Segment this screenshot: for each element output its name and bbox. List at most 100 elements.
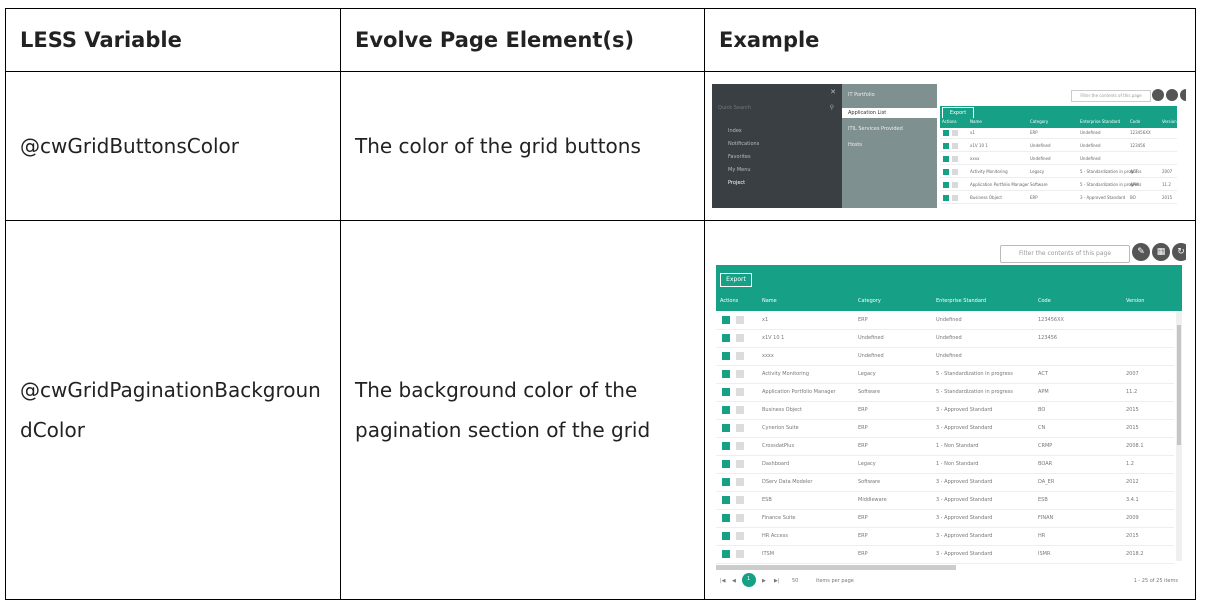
- column-header: Enterprise Standard: [1080, 119, 1121, 124]
- edit-button: [952, 130, 958, 136]
- edit-button: [736, 550, 744, 558]
- table-cell: 3 - Approved Standard: [936, 425, 993, 431]
- table-cell: Legacy: [858, 371, 876, 377]
- element-description: The background color of the pagination s…: [340, 220, 705, 600]
- table-cell: 11.2: [1162, 182, 1171, 187]
- table-cell: 2007: [1126, 371, 1139, 377]
- table-cell: Software: [1030, 182, 1048, 187]
- pagination-example-screenshot: Filter the contents of this page ✎ ▦ ↻ E…: [712, 233, 1186, 587]
- table-cell: FINAN: [1038, 515, 1054, 521]
- column-header: Code: [1130, 119, 1141, 124]
- column-header: Enterprise Standard: [936, 298, 987, 304]
- table-cell: Undefined: [1080, 156, 1101, 161]
- current-page: 1: [742, 573, 756, 587]
- table-cell: 123456: [1038, 335, 1058, 341]
- open-button: [943, 169, 949, 175]
- open-button: [722, 370, 730, 378]
- table-cell: ERP: [858, 515, 868, 521]
- table-cell: Undefined: [1030, 156, 1051, 161]
- pagination-summary: 1 - 25 of 25 items: [1133, 578, 1178, 584]
- first-page-icon: |◀: [720, 578, 726, 584]
- table-row: x1V 10 1 Undefined Undefined 123456: [716, 329, 1174, 348]
- table-cell: ESB: [762, 497, 772, 503]
- table-cell: DServ Data Modeler: [762, 479, 813, 485]
- last-page-icon: ▶|: [774, 578, 780, 584]
- nav-item: Project: [728, 180, 746, 186]
- horizontal-scrollbar: [716, 565, 956, 570]
- table-cell: Dashboard: [762, 461, 790, 467]
- table-cell: 2015: [1126, 533, 1139, 539]
- table-cell: ITSM: [762, 551, 775, 557]
- edit-button: [736, 532, 744, 540]
- export-button: Export: [720, 273, 752, 287]
- edit-button: [736, 442, 744, 450]
- table-row: Business Object ERP 3 - Approved Standard B…: [716, 401, 1174, 420]
- open-button: [722, 334, 730, 342]
- table-cell: 2008.1: [1126, 443, 1144, 449]
- table-cell: CN: [1038, 425, 1046, 431]
- table-row: Cynerion Suite ERP 3 - Approved Standard CN…: [716, 419, 1174, 438]
- table-cell: 3 - Approved Standard: [936, 479, 993, 485]
- header-example: Example: [704, 8, 1196, 72]
- subnav-item: Application List: [842, 108, 940, 118]
- sub-navigation: IT Portfolio Application List ITIL Servi…: [842, 84, 940, 208]
- table-cell: Legacy: [1030, 169, 1045, 174]
- table-cell: 2015: [1126, 407, 1139, 413]
- prev-page-icon: ◀: [732, 578, 736, 584]
- table-row: Business Object ERP 3 - Approved Standard B…: [940, 193, 1177, 204]
- table-cell: xxxx: [762, 353, 774, 359]
- edit-button: [736, 316, 744, 324]
- table-row: @cwGridButtonsColor The color of the gri…: [5, 71, 1196, 221]
- table-cell: ACT: [1130, 169, 1138, 174]
- table-cell: ERP: [858, 317, 868, 323]
- table-row: DServ Data Modeler Software 3 - Approved S…: [716, 473, 1174, 492]
- column-header: Actions: [720, 298, 739, 304]
- less-variables-table: LESS Variable Evolve Page Element(s) Exa…: [5, 8, 1196, 600]
- open-button: [722, 352, 730, 360]
- sidebar: ✕ Quick Search ⚲ Index Notifications Fav…: [712, 84, 842, 208]
- edit-button: [952, 169, 958, 175]
- save-icon: ▦: [1152, 243, 1170, 261]
- pagination-bar: |◀ ◀ 1 ▶ ▶| 50 items per page 1 - 25 of …: [716, 573, 1182, 587]
- edit-button: [736, 514, 744, 522]
- edit-button: [952, 143, 958, 149]
- table-cell: Legacy: [858, 461, 876, 467]
- table-row: CrossdatPlus ERP 1 - Non Standard CRMP 2008.…: [716, 437, 1174, 456]
- main-panel: Filter the contents of this page Export …: [937, 84, 1186, 208]
- table-cell: 123456XX: [1130, 130, 1151, 135]
- table-cell: Business Object: [762, 407, 802, 413]
- table-cell: Software: [858, 479, 881, 485]
- open-button: [722, 532, 730, 540]
- table-cell: 2009: [1126, 515, 1139, 521]
- column-header: Category: [1030, 119, 1049, 124]
- table-cell: ESB: [1038, 497, 1048, 503]
- table-cell: DA_ER: [1038, 479, 1055, 485]
- edit-button: [952, 156, 958, 162]
- grid: Export Actions Name Category Enterprise Sta…: [940, 106, 1177, 208]
- refresh-icon: ↻: [1172, 243, 1186, 261]
- table-cell: APM: [1038, 389, 1049, 395]
- table-cell: Activity Monitoring: [970, 169, 1008, 174]
- grid-body: x1 ERP Undefined 123456XX x1V 10 1 Undefined U…: [716, 311, 1182, 564]
- table-cell: ERP: [1030, 130, 1038, 135]
- table-cell: BOAR: [1038, 461, 1053, 467]
- nav-item: Favorites: [728, 154, 751, 160]
- table-cell: Undefined: [858, 353, 884, 359]
- grid-header: Actions Name Category Enterprise Standard Co…: [716, 295, 1182, 309]
- table-cell: 1 - Non Standard: [936, 461, 979, 467]
- open-button: [722, 406, 730, 414]
- table-row: Finance Suite ERP 3 - Approved Standard FIN…: [716, 509, 1174, 528]
- table-row: x1 ERP Undefined 123456XX: [940, 128, 1177, 139]
- table-cell: Undefined: [1030, 143, 1051, 148]
- table-row: @cwGridPaginationBackgroundColor The bac…: [5, 220, 1196, 600]
- next-page-icon: ▶: [762, 578, 766, 584]
- column-header: Code: [1038, 298, 1051, 304]
- table-cell: APM: [1130, 182, 1139, 187]
- edit-button: [736, 424, 744, 432]
- scrollbar-thumb: [1177, 325, 1181, 445]
- open-button: [943, 130, 949, 136]
- table-cell: x1V 10 1: [970, 143, 988, 148]
- table-cell: 5 - Standardization in progress: [936, 371, 1013, 377]
- edit-button: [736, 460, 744, 468]
- column-header: Name: [970, 119, 982, 124]
